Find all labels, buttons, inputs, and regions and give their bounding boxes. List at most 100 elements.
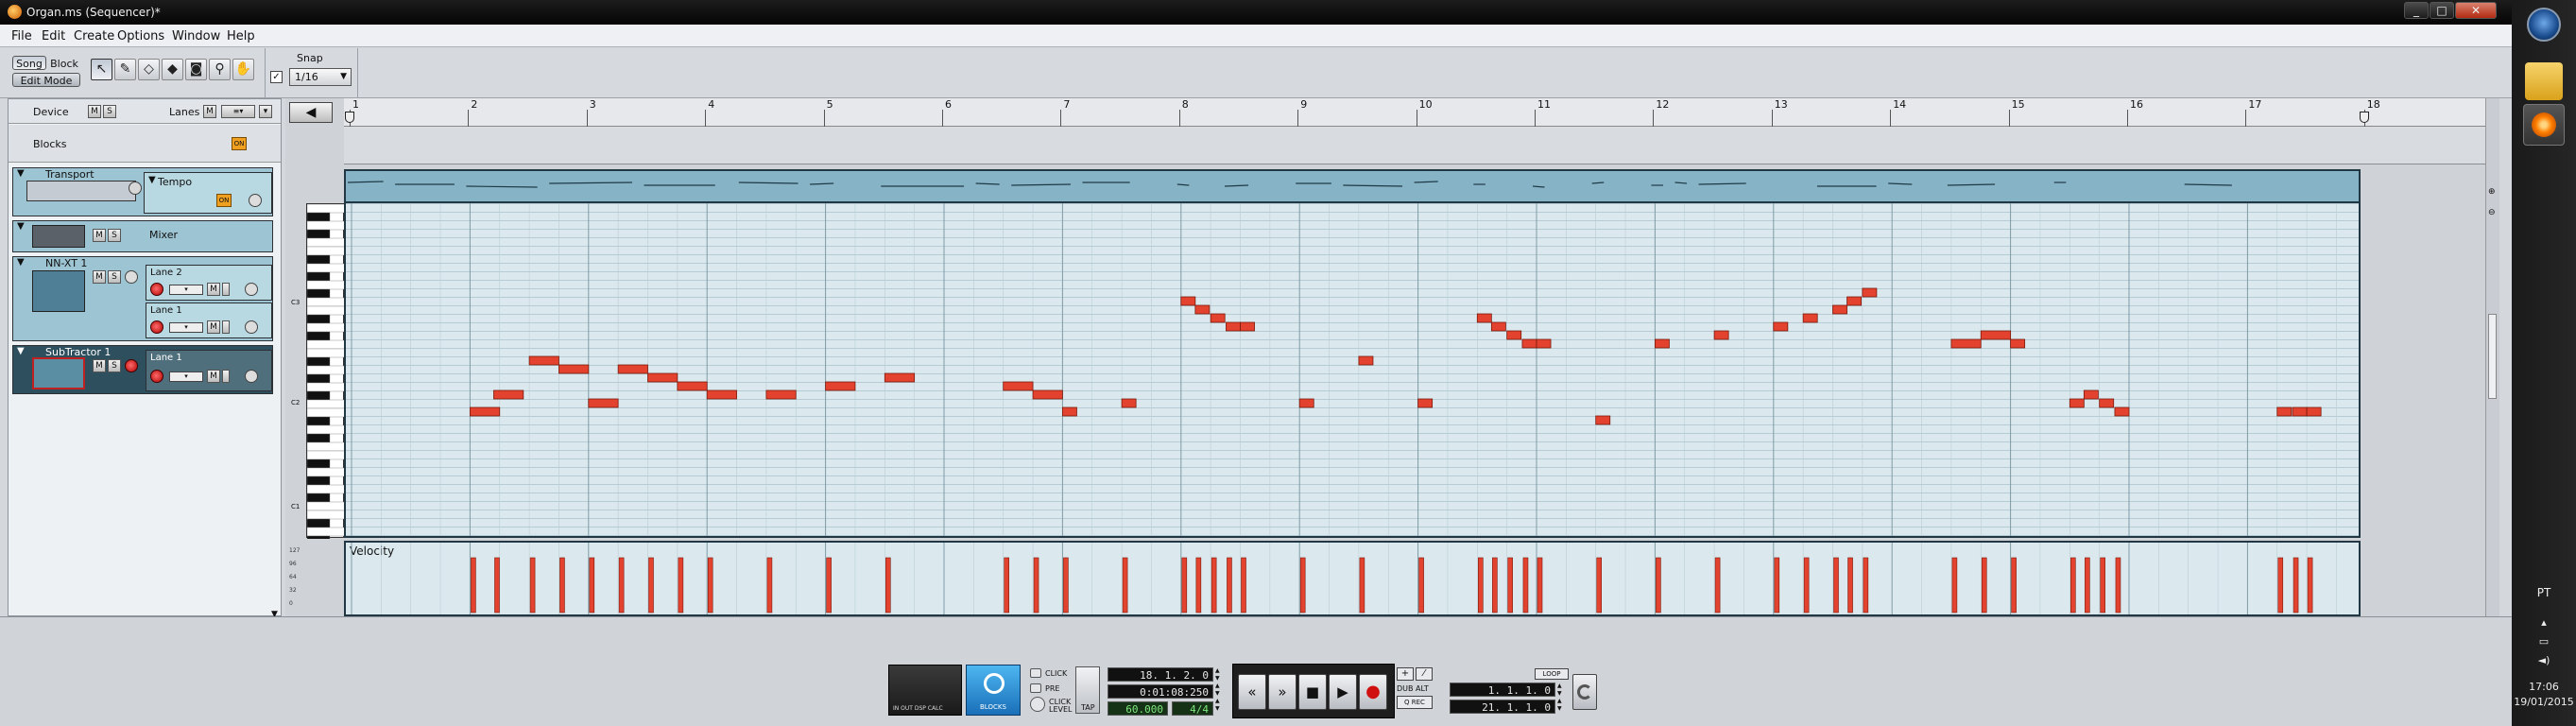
black-key[interactable] bbox=[306, 433, 331, 443]
alt-icon[interactable]: ⁄ bbox=[1416, 667, 1433, 681]
tray-arrow-icon[interactable]: ▴ bbox=[2512, 616, 2576, 629]
note-event[interactable] bbox=[493, 389, 524, 400]
zoom-in-icon[interactable]: ⊕ bbox=[2488, 187, 2496, 197]
note-edit-lane[interactable] bbox=[344, 203, 2361, 538]
velocity-bar[interactable] bbox=[2100, 557, 2105, 614]
transport-edit-button[interactable] bbox=[129, 182, 142, 195]
note-event[interactable] bbox=[2292, 406, 2308, 417]
stop-button[interactable]: ■ bbox=[1298, 674, 1327, 710]
volume-icon[interactable]: ◄) bbox=[2512, 654, 2576, 666]
note-event[interactable] bbox=[2099, 398, 2115, 408]
magnify-icon[interactable]: ⚲ bbox=[209, 59, 231, 80]
velocity-bar[interactable] bbox=[1359, 557, 1365, 614]
velocity-bar[interactable] bbox=[471, 557, 476, 614]
note-event[interactable] bbox=[1121, 398, 1137, 408]
tap-tempo-button[interactable]: TAP bbox=[1075, 666, 1100, 714]
expand-triangle-icon[interactable]: ▼ bbox=[17, 221, 25, 232]
vertical-scroll-column[interactable]: ⊕ ⊖ bbox=[2485, 98, 2499, 616]
nnxt-lane-1-header[interactable]: Lane 1 ▾ M bbox=[146, 302, 272, 338]
velocity-bar[interactable] bbox=[2293, 557, 2299, 614]
expand-triangle-icon[interactable]: ▼ bbox=[17, 168, 25, 179]
device-subtractor[interactable]: ▼ SubTractor 1 M S Lane 1 ▾ M bbox=[12, 345, 273, 394]
white-key[interactable] bbox=[306, 501, 346, 511]
velocity-bar[interactable] bbox=[2085, 557, 2090, 614]
spin-arrows-icon[interactable]: ▲ ▼ ▲ ▼ ▲ ▼ bbox=[1215, 667, 1223, 716]
lane-options-button[interactable]: ≡▾ bbox=[221, 105, 255, 118]
snap-select[interactable]: 1/16 ▼ bbox=[289, 68, 352, 86]
note-event[interactable] bbox=[647, 372, 678, 383]
expand-triangle-icon[interactable]: ▼ bbox=[148, 175, 156, 185]
clock-date[interactable]: 19/01/2015 bbox=[2512, 696, 2576, 708]
white-key[interactable] bbox=[306, 510, 346, 520]
note-event[interactable] bbox=[2069, 398, 2085, 408]
record-enable-icon[interactable] bbox=[150, 320, 163, 334]
nnxt-solo-button[interactable]: S bbox=[108, 270, 121, 284]
velocity-lane[interactable]: Velocity bbox=[344, 541, 2361, 616]
lane-dropdown[interactable]: ▾ bbox=[169, 322, 203, 333]
note-event[interactable] bbox=[1862, 287, 1878, 298]
velocity-bar[interactable] bbox=[2307, 557, 2313, 614]
velocity-bar[interactable] bbox=[559, 557, 565, 614]
velocity-bar[interactable] bbox=[2277, 557, 2284, 614]
velocity-bar[interactable] bbox=[1195, 557, 1202, 614]
blocks-toggle-button[interactable]: BLOCKS bbox=[966, 665, 1021, 716]
select-arrow-icon[interactable]: ↖ bbox=[91, 59, 112, 80]
white-key[interactable] bbox=[306, 441, 346, 452]
lane-solo-button[interactable] bbox=[222, 320, 230, 334]
device-transport[interactable]: ▼ Transport ▼ Tempo ON bbox=[12, 167, 273, 216]
note-event[interactable] bbox=[2306, 406, 2322, 417]
click-toggle[interactable] bbox=[1030, 668, 1041, 678]
lane-mute-button[interactable]: M bbox=[207, 283, 220, 296]
white-key[interactable] bbox=[306, 263, 346, 273]
velocity-bar[interactable] bbox=[2070, 557, 2076, 614]
blocks-on-button[interactable]: ON bbox=[232, 137, 247, 150]
song-time-display[interactable]: 0:01:08:250 bbox=[1108, 684, 1213, 699]
close-button[interactable]: ✕ bbox=[2455, 2, 2497, 19]
note-event[interactable] bbox=[884, 372, 916, 383]
note-event[interactable] bbox=[1802, 313, 1818, 323]
white-key[interactable] bbox=[306, 339, 346, 350]
white-key[interactable] bbox=[306, 237, 346, 248]
note-event[interactable] bbox=[1194, 304, 1211, 315]
velocity-bar[interactable] bbox=[766, 557, 773, 614]
note-event[interactable] bbox=[1226, 321, 1241, 332]
note-event[interactable] bbox=[706, 389, 737, 400]
note-event[interactable] bbox=[558, 364, 590, 374]
nnxt-lane-2-header[interactable]: Lane 2 ▾ M bbox=[146, 265, 272, 301]
note-event[interactable] bbox=[1980, 330, 2012, 340]
note-event[interactable] bbox=[1846, 296, 1862, 306]
note-event[interactable] bbox=[1506, 330, 1522, 340]
white-key[interactable] bbox=[306, 297, 346, 307]
menu-window[interactable]: Window bbox=[172, 29, 220, 43]
play-button[interactable]: ▶ bbox=[1329, 674, 1357, 710]
solo-all-button[interactable]: S bbox=[103, 105, 116, 118]
velocity-bar[interactable] bbox=[1833, 557, 1839, 614]
note-event[interactable] bbox=[528, 355, 559, 366]
note-event[interactable] bbox=[1032, 389, 1063, 400]
velocity-bar[interactable] bbox=[2011, 557, 2017, 614]
note-event[interactable] bbox=[1595, 415, 1611, 425]
end-marker[interactable] bbox=[2359, 112, 2369, 123]
velocity-bar[interactable] bbox=[1507, 557, 1513, 614]
note-event[interactable] bbox=[1655, 338, 1670, 349]
velocity-bar[interactable] bbox=[1951, 557, 1958, 614]
note-event[interactable] bbox=[2276, 406, 2293, 417]
velocity-bar[interactable] bbox=[1981, 557, 1987, 614]
black-key[interactable] bbox=[306, 373, 331, 384]
subtractor-lane-1-header[interactable]: Lane 1 ▾ M bbox=[146, 350, 272, 391]
note-event[interactable] bbox=[1417, 398, 1434, 408]
add-track-icon[interactable]: + bbox=[1397, 667, 1414, 681]
white-key[interactable] bbox=[306, 220, 346, 231]
quantize-record-button[interactable]: Q REC bbox=[1397, 696, 1433, 709]
windows-start-icon[interactable] bbox=[2527, 8, 2561, 42]
expand-triangle-icon[interactable]: ▼ bbox=[17, 257, 25, 268]
velocity-bar[interactable] bbox=[1004, 557, 1010, 614]
note-event[interactable] bbox=[1298, 398, 1314, 408]
lane-dropdown[interactable]: ▾ bbox=[169, 285, 203, 295]
black-key[interactable] bbox=[306, 229, 331, 239]
velocity-bar[interactable] bbox=[1863, 557, 1869, 614]
blocks-lane[interactable] bbox=[344, 127, 2485, 164]
velocity-bar[interactable] bbox=[1063, 557, 1069, 614]
language-indicator[interactable]: PT bbox=[2512, 586, 2576, 599]
lane-solo-button[interactable] bbox=[222, 370, 230, 383]
